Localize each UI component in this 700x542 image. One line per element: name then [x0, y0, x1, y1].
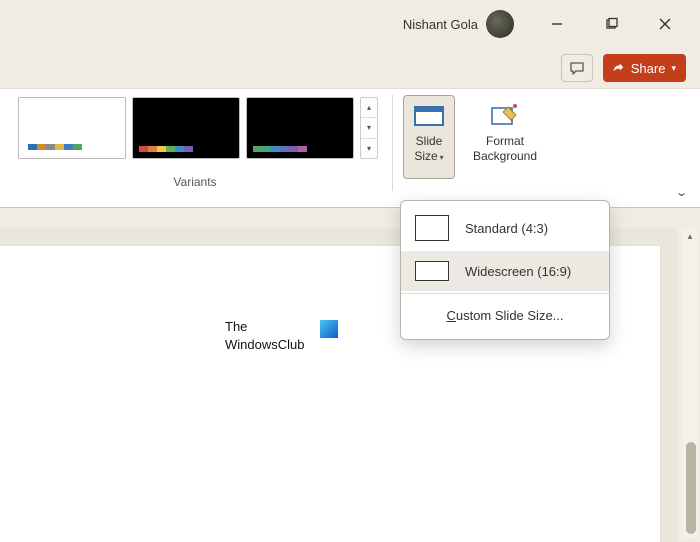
- customize-group: Slide Size▾ Format Background: [395, 89, 551, 207]
- close-button[interactable]: [642, 8, 688, 40]
- user-name: Nishant Gola: [403, 17, 478, 32]
- standard-thumb-icon: [415, 215, 449, 241]
- dropdown-separator: [401, 293, 609, 294]
- action-bar: Share ▾: [0, 48, 700, 88]
- slide-size-dropdown: Standard (4:3) Widescreen (16:9) Custom …: [400, 200, 610, 340]
- slide-logo: The WindowsClub: [225, 318, 338, 353]
- palette-icon: [253, 146, 307, 152]
- standard-option[interactable]: Standard (4:3): [401, 205, 609, 251]
- share-icon: [611, 61, 625, 75]
- chevron-down-icon: ▾: [440, 153, 444, 162]
- maximize-button[interactable]: [588, 8, 634, 40]
- variant-thumb-dark2[interactable]: [246, 97, 354, 159]
- widescreen-label: Widescreen (16:9): [465, 264, 571, 279]
- widescreen-option[interactable]: Widescreen (16:9): [401, 251, 609, 291]
- format-background-icon: [489, 102, 521, 130]
- title-bar: Nishant Gola: [0, 0, 700, 48]
- variants-label: Variants: [173, 175, 216, 189]
- widescreen-thumb-icon: [415, 261, 449, 281]
- custom-slide-size-option[interactable]: Custom Slide Size...: [401, 296, 609, 335]
- slide-size-button[interactable]: Slide Size▾: [403, 95, 455, 179]
- slide-text: The WindowsClub: [225, 318, 304, 353]
- avatar[interactable]: [486, 10, 514, 38]
- gallery-more-icon[interactable]: ▾: [361, 139, 377, 158]
- chevron-up-icon[interactable]: ▴: [682, 228, 698, 244]
- share-label: Share: [631, 61, 666, 76]
- scrollbar-thumb[interactable]: [686, 442, 696, 534]
- palette-icon: [28, 144, 82, 150]
- variants-group: ▴ ▾ ▾ Variants: [0, 89, 390, 207]
- minimize-button[interactable]: [534, 8, 580, 40]
- user-area[interactable]: Nishant Gola: [403, 10, 514, 38]
- share-button[interactable]: Share ▾: [603, 54, 686, 82]
- group-separator: [392, 95, 393, 191]
- chevron-down-icon[interactable]: ▾: [361, 118, 377, 138]
- windows-flag-icon: [320, 320, 338, 338]
- variants-gallery: ▴ ▾ ▾: [12, 97, 378, 159]
- variant-thumb-dark1[interactable]: [132, 97, 240, 159]
- vertical-scrollbar[interactable]: ▴: [682, 228, 698, 538]
- variant-thumb-light[interactable]: [18, 97, 126, 159]
- chevron-up-icon[interactable]: ▴: [361, 98, 377, 118]
- comment-icon: [569, 60, 585, 76]
- chevron-down-icon: ▾: [671, 63, 676, 74]
- gallery-scroll[interactable]: ▴ ▾ ▾: [360, 97, 378, 159]
- format-background-button[interactable]: Format Background: [459, 95, 551, 179]
- palette-icon: [139, 146, 193, 152]
- collapse-ribbon-button[interactable]: ⌄: [675, 186, 688, 199]
- standard-label: Standard (4:3): [465, 221, 548, 236]
- comments-button[interactable]: [561, 54, 593, 82]
- slide-size-icon: [413, 102, 445, 130]
- ribbon: ▴ ▾ ▾ Variants Slide Size▾ Format Backgr…: [0, 88, 700, 208]
